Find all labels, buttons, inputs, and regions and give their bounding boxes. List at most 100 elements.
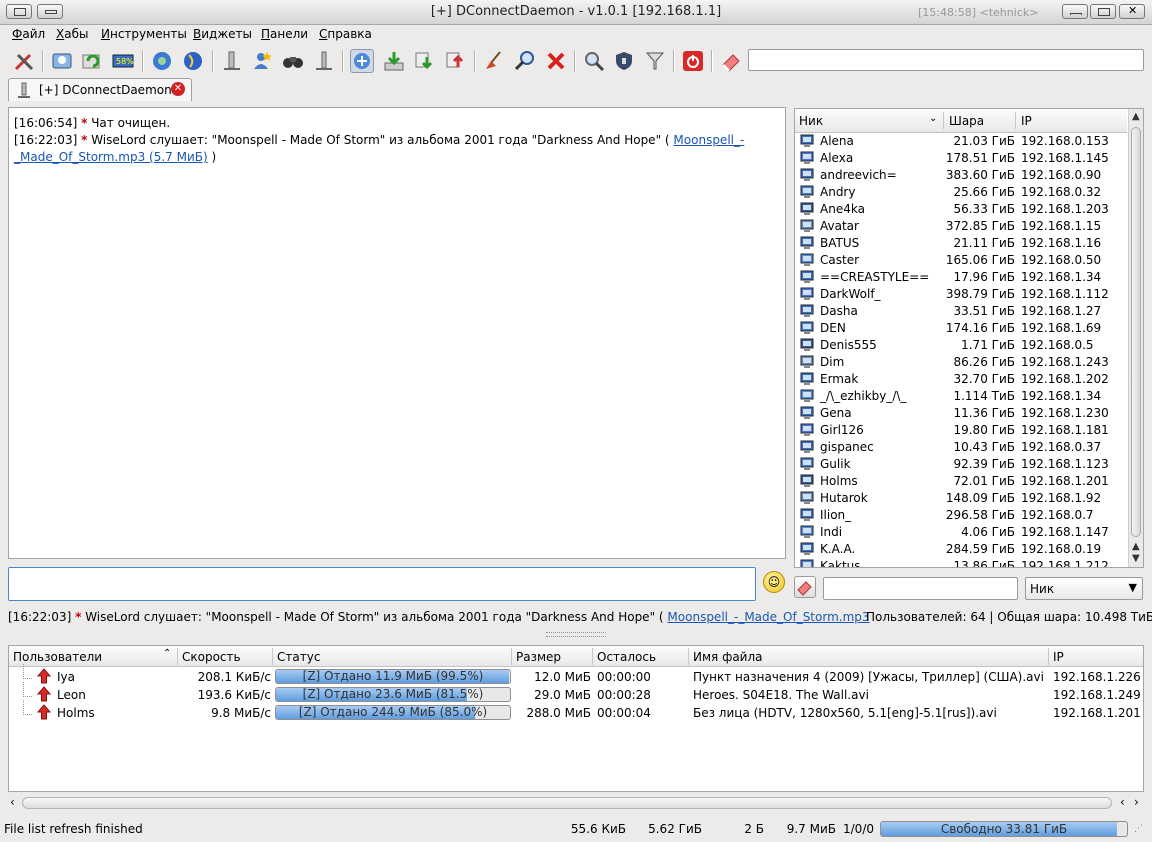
sweep-icon[interactable] bbox=[482, 49, 506, 73]
hub-icon[interactable] bbox=[150, 49, 174, 73]
menu-hubs[interactable]: Хабы bbox=[56, 27, 88, 41]
column-users[interactable]: Пользователи bbox=[13, 650, 102, 664]
menu-tools[interactable]: Инструменты bbox=[101, 27, 187, 41]
user-row[interactable]: gispanec 10.43 ГиБ 192.168.0.37 bbox=[795, 439, 1127, 456]
smiley-icon[interactable]: ☺ bbox=[763, 571, 785, 593]
user-row[interactable]: Ane4ka 56.33 ГиБ 192.168.1.203 bbox=[795, 201, 1127, 218]
transfer-row[interactable]: Holms 9.8 МиБ/с [Z] Отдано 244.9 МиБ (85.0… bbox=[9, 700, 1143, 722]
user-row[interactable]: Caster 165.06 ГиБ 192.168.0.50 bbox=[795, 252, 1127, 269]
user-row[interactable]: DEN 174.16 ГиБ 192.168.1.69 bbox=[795, 320, 1127, 337]
column-speed[interactable]: Скорость bbox=[182, 650, 241, 664]
user-row[interactable]: Kaktus 13.86 ГиБ 192.168.1.212 bbox=[795, 558, 1127, 567]
user-row[interactable]: Holms 72.01 ГиБ 192.168.1.201 bbox=[795, 473, 1127, 490]
transfer-file-name: Пункт назначения 4 (2009) [Ужасы, Трилле… bbox=[693, 670, 1044, 684]
chat-file-link[interactable]: Moonspell_- bbox=[673, 133, 744, 147]
scroll-right-icon[interactable]: › bbox=[1134, 795, 1139, 809]
user-row[interactable]: BATUS 21.11 ГиБ 192.168.1.16 bbox=[795, 235, 1127, 252]
user-row[interactable]: Gulik 92.39 ГиБ 192.168.1.123 bbox=[795, 456, 1127, 473]
user-row[interactable]: Dasha 33.51 ГиБ 192.168.1.27 bbox=[795, 303, 1127, 320]
security-icon[interactable] bbox=[612, 49, 636, 73]
transfer-row[interactable]: Leon 193.6 КиБ/с [Z] Отдано 23.6 МиБ (81.5… bbox=[9, 682, 1143, 704]
hscrollbar-thumb[interactable] bbox=[22, 797, 1112, 809]
chat-message-input[interactable] bbox=[8, 567, 756, 601]
settings-icon[interactable] bbox=[12, 49, 36, 73]
transfer-row[interactable]: Iya 208.1 КиБ/с [Z] Отдано 11.9 МиБ (99.5%… bbox=[9, 664, 1143, 686]
upload-queue-icon[interactable] bbox=[220, 49, 244, 73]
user-row[interactable]: K.A.A. 284.59 ГиБ 192.168.0.19 bbox=[795, 541, 1127, 558]
scroll-up-icon[interactable]: ▲ bbox=[1132, 111, 1140, 122]
transfers-panel[interactable]: Пользователи ⌃ Скорость Статус Размер Ос… bbox=[8, 645, 1144, 792]
user-filter-input[interactable] bbox=[823, 577, 1018, 600]
splitter-handle[interactable] bbox=[546, 632, 606, 637]
public-hubs-icon[interactable] bbox=[50, 49, 74, 73]
globe-icon[interactable] bbox=[181, 49, 205, 73]
quit-icon[interactable] bbox=[681, 49, 705, 73]
user-list-scrollbar[interactable]: ▲ ▲ ▼ bbox=[1128, 109, 1143, 567]
user-row[interactable]: Gena 11.36 ГиБ 192.168.1.230 bbox=[795, 405, 1127, 422]
download-queue-icon[interactable] bbox=[312, 49, 336, 73]
scrollbar-thumb[interactable] bbox=[1131, 127, 1141, 537]
user-row[interactable]: Ermak 32.70 ГиБ 192.168.1.202 bbox=[795, 371, 1127, 388]
user-share: 4.06 ГиБ bbox=[961, 525, 1015, 539]
resize-grip-icon[interactable]: ⋰ bbox=[1134, 824, 1143, 834]
status-file-link[interactable]: Moonspell_-_Made_Of_Storm.mp3 bbox=[667, 610, 869, 624]
clear-filter-button[interactable] bbox=[794, 576, 816, 598]
clear-icon[interactable] bbox=[719, 49, 743, 73]
reconnect-icon[interactable] bbox=[80, 49, 104, 73]
user-row[interactable]: Girl126 19.80 ГиБ 192.168.1.181 bbox=[795, 422, 1127, 439]
scroll-left-icon-right[interactable]: ‹ bbox=[1120, 795, 1125, 809]
user-row[interactable]: Alexa 178.51 ГиБ 192.168.1.145 bbox=[795, 150, 1127, 167]
favorite-users-icon[interactable] bbox=[250, 49, 274, 73]
minimize-button[interactable] bbox=[1062, 4, 1088, 19]
user-row[interactable]: Andry 25.66 ГиБ 192.168.0.32 bbox=[795, 184, 1127, 201]
column-ip[interactable]: IP bbox=[1021, 114, 1032, 128]
close-icon[interactable] bbox=[544, 49, 568, 73]
column-size[interactable]: Размер bbox=[516, 650, 561, 664]
user-row[interactable]: andreevich= 383.60 ГиБ 192.168.0.90 bbox=[795, 167, 1127, 184]
scroll-left-icon[interactable]: ‹ bbox=[10, 795, 15, 809]
column-ip[interactable]: IP bbox=[1053, 650, 1064, 664]
hash-progress-icon[interactable]: 58% bbox=[111, 49, 135, 73]
column-status[interactable]: Статус bbox=[277, 650, 320, 664]
menu-panels[interactable]: Панели bbox=[261, 27, 308, 41]
user-row[interactable]: Ilion_ 296.58 ГиБ 192.168.0.7 bbox=[795, 507, 1127, 524]
column-file-name[interactable]: Имя файла bbox=[693, 650, 763, 664]
user-row[interactable]: Denis555 1.71 ГиБ 192.168.0.5 bbox=[795, 337, 1127, 354]
menu-file[interactable]: Файл bbox=[12, 27, 45, 41]
toolbar-search-input[interactable] bbox=[748, 49, 1144, 71]
user-row[interactable]: DarkWolf_ 398.79 ГиБ 192.168.1.112 bbox=[795, 286, 1127, 303]
scroll-up-icon-bottom[interactable]: ▲ bbox=[1132, 541, 1140, 552]
connect-icon[interactable] bbox=[350, 49, 374, 73]
user-row[interactable]: Indi 4.06 ГиБ 192.168.1.147 bbox=[795, 524, 1127, 541]
user-row[interactable]: ==CREASTYLE== 17.96 ГиБ 192.168.1.34 bbox=[795, 269, 1127, 286]
user-row[interactable]: Dim 86.26 ГиБ 192.168.1.243 bbox=[795, 354, 1127, 371]
user-row[interactable]: _/\_ezhikby_/\_ 1.114 ТиБ 192.168.1.34 bbox=[795, 388, 1127, 405]
chat-log[interactable]: [16:06:54] * Чат очищен. [16:22:03] * Wi… bbox=[8, 107, 786, 559]
search-binoculars-icon[interactable] bbox=[281, 49, 305, 73]
menu-widgets[interactable]: Виджеты bbox=[193, 27, 252, 41]
maximize-button[interactable] bbox=[1090, 4, 1116, 19]
user-computer-icon bbox=[800, 338, 814, 351]
menu-help[interactable]: Справка bbox=[319, 27, 372, 41]
user-row[interactable]: Avatar 372.85 ГиБ 192.168.1.15 bbox=[795, 218, 1127, 235]
column-time-left[interactable]: Осталось bbox=[597, 650, 656, 664]
hub-users-summary: Пользователей: 64 | Общая шара: 10.498 Т… bbox=[866, 610, 1152, 624]
user-list[interactable]: Ник ⌄ Шара IP Alena 21.03 ГиБ 192.168.0.15… bbox=[794, 108, 1144, 568]
tab-close-icon[interactable]: ✕ bbox=[171, 82, 185, 96]
filter-field-select[interactable]: Ник ▼ bbox=[1025, 577, 1143, 600]
close-window-button[interactable]: ✕ bbox=[1119, 4, 1145, 19]
filter-icon[interactable] bbox=[643, 49, 667, 73]
column-nick[interactable]: Ник bbox=[799, 114, 823, 128]
find-icon[interactable] bbox=[582, 49, 606, 73]
user-row[interactable]: Hutarok 148.09 ГиБ 192.168.1.92 bbox=[795, 490, 1127, 507]
column-share[interactable]: Шара bbox=[949, 114, 984, 128]
download-icon[interactable] bbox=[382, 49, 406, 73]
scroll-down-icon[interactable]: ▼ bbox=[1132, 553, 1140, 564]
upload-icon[interactable] bbox=[444, 49, 468, 73]
tab-hub[interactable]: [+] DConnectDaemon ✕ bbox=[8, 78, 192, 101]
search-spy-icon[interactable] bbox=[513, 49, 537, 73]
chat-file-link-cont[interactable]: _Made_Of_Storm.mp3 (5.7 МиБ) bbox=[14, 150, 208, 164]
download-to-icon[interactable] bbox=[413, 49, 437, 73]
user-row[interactable]: Alena 21.03 ГиБ 192.168.0.153 bbox=[795, 133, 1127, 150]
transfers-hscrollbar[interactable]: ‹ ‹ › bbox=[8, 795, 1144, 811]
